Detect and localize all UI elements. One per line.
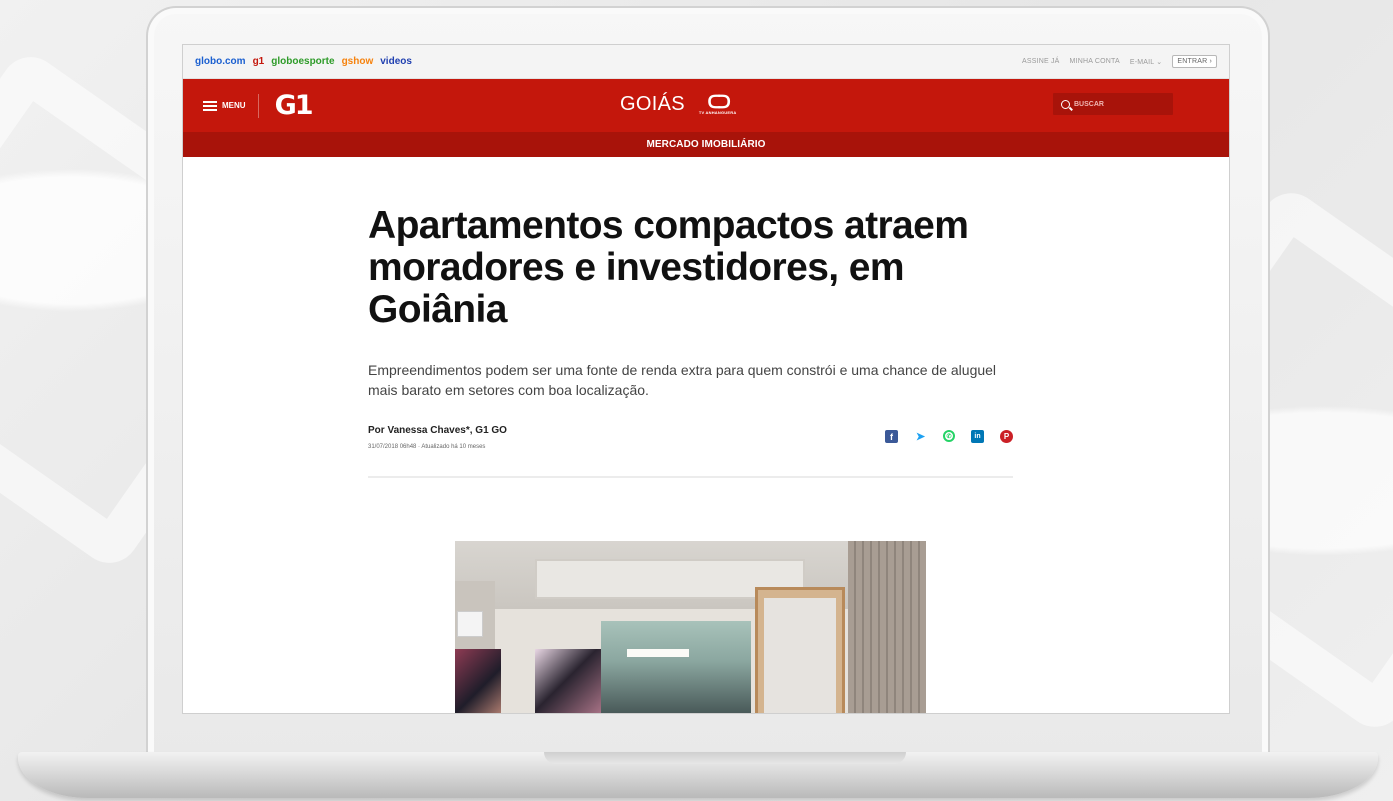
region-name[interactable]: GOIÁS — [620, 93, 685, 116]
link-globo[interactable]: globo.com — [195, 56, 246, 67]
link-gshow[interactable]: gshow — [342, 56, 374, 67]
hamburger-icon — [203, 100, 217, 111]
section-label[interactable]: MERCADO IMOBILIÁRIO — [646, 139, 765, 150]
subscribe-link[interactable]: ASSINE JÁ — [1022, 58, 1060, 65]
my-account-link[interactable]: MINHA CONTA — [1070, 58, 1120, 65]
search-placeholder: BUSCAR — [1074, 100, 1104, 108]
link-g1[interactable]: g1 — [253, 56, 265, 67]
author: Por Vanessa Chaves*, G1 GO — [368, 425, 507, 436]
byline: Por Vanessa Chaves*, G1 GO 31/07/2018 06… — [368, 425, 507, 450]
tv-logo-mark: ᑕᑐ — [707, 92, 731, 112]
share-bar: f ➤ ✆ in P — [885, 425, 1013, 443]
region-branding: GOIÁS ᑕᑐ TV ANHANGUERA — [620, 93, 736, 116]
article-divider — [368, 476, 1013, 478]
header-divider — [257, 93, 259, 118]
link-globoesporte[interactable]: globoesporte — [271, 56, 334, 67]
search-icon — [1061, 99, 1070, 109]
search-input[interactable]: BUSCAR — [1053, 93, 1173, 115]
article-photo[interactable] — [455, 541, 926, 713]
globo-top-bar: globo.com g1 globoesporte gshow videos A… — [183, 45, 1229, 79]
dateline: 31/07/2018 06h48 · Atualizado há 10 mese… — [368, 444, 486, 450]
login-button[interactable]: ENTRAR › — [1172, 55, 1217, 68]
twitter-icon[interactable]: ➤ — [914, 430, 927, 443]
g1-logo[interactable]: G1 — [275, 90, 314, 121]
globo-links: globo.com g1 globoesporte gshow videos — [195, 56, 412, 67]
link-videos[interactable]: videos — [380, 56, 412, 67]
site-header: MENU G1 GOIÁS ᑕᑐ TV ANHANGUERA BUSCAR — [183, 79, 1229, 132]
browser-screen: globo.com g1 globoesporte gshow videos A… — [182, 44, 1230, 714]
article-subhead: Empreendimentos podem ser uma fonte de r… — [368, 362, 997, 398]
tv-anhanguera-logo[interactable]: ᑕᑐ TV ANHANGUERA — [698, 92, 737, 115]
menu-button[interactable]: MENU — [203, 100, 246, 111]
article-headline: Apartamentos compactos atraem moradores … — [368, 204, 969, 331]
section-bar: MERCADO IMOBILIÁRIO — [183, 132, 1229, 157]
linkedin-icon[interactable]: in — [971, 430, 984, 443]
pinterest-icon[interactable]: P — [1000, 430, 1013, 443]
byline-row: Por Vanessa Chaves*, G1 GO 31/07/2018 06… — [368, 425, 1013, 450]
whatsapp-icon[interactable]: ✆ — [943, 430, 955, 442]
account-links: ASSINE JÁ MINHA CONTA E-MAIL ⌄ ENTRAR › — [1022, 55, 1217, 68]
facebook-icon[interactable]: f — [885, 430, 898, 443]
tv-logo-name: TV ANHANGUERA — [698, 110, 737, 115]
laptop-base — [18, 752, 1378, 798]
laptop-notch — [544, 752, 906, 764]
menu-label: MENU — [222, 101, 246, 110]
article: Apartamentos compactos atraem moradores … — [368, 205, 1013, 478]
email-dropdown[interactable]: E-MAIL ⌄ — [1130, 58, 1163, 66]
